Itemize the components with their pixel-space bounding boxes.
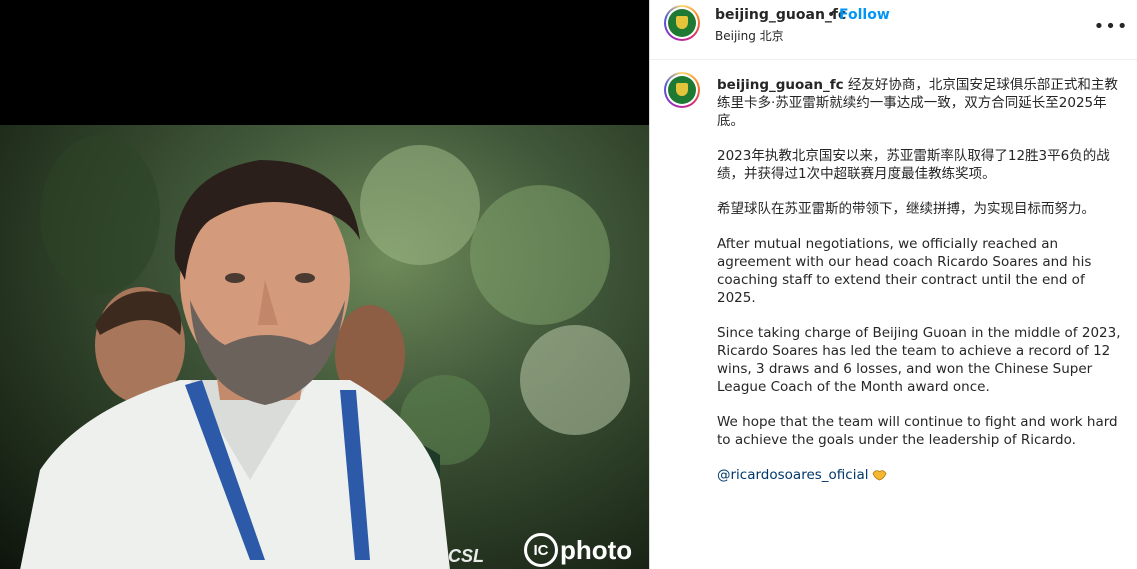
ic-logo-icon: IC bbox=[524, 533, 558, 567]
more-options-icon[interactable]: ••• bbox=[1094, 14, 1128, 38]
handshake-emoji-icon bbox=[872, 470, 886, 481]
coach-figure bbox=[20, 160, 450, 569]
caption-paragraph-5: Since taking charge of Beijing Guoan in … bbox=[717, 325, 1121, 395]
bokeh-light bbox=[470, 185, 610, 325]
post-photo[interactable]: CSL IC photo bbox=[0, 125, 649, 569]
photo-text: photo bbox=[560, 534, 633, 565]
separator-dot: • bbox=[827, 7, 836, 23]
profile-avatar[interactable] bbox=[664, 5, 700, 41]
post-caption: beijing_guoan_fc 经友好协商，北京国安足球俱乐部正式和主教练里卡… bbox=[717, 76, 1122, 501]
mention-link[interactable]: @ricardosoares_oficial bbox=[717, 467, 869, 483]
caption-username[interactable]: beijing_guoan_fc bbox=[717, 77, 844, 93]
follow-button[interactable]: Follow bbox=[839, 7, 890, 23]
caption-paragraph-3: 希望球队在苏亚雷斯的带领下，继续拼搏，为实现目标而努力。 bbox=[717, 201, 1095, 217]
caption-paragraph-2: 2023年执教北京国安以来，苏亚雷斯率队取得了12胜3平6负的战绩，并获得过1次… bbox=[717, 148, 1110, 182]
bokeh-light bbox=[520, 325, 630, 435]
icphoto-watermark: IC photo bbox=[524, 533, 632, 567]
caption-paragraph-6: We hope that the team will continue to f… bbox=[717, 414, 1118, 448]
club-crest-icon bbox=[668, 9, 696, 37]
csl-watermark: CSL bbox=[448, 546, 484, 566]
caption-paragraph-4: After mutual negotiations, we officially… bbox=[717, 236, 1092, 306]
caption-avatar[interactable] bbox=[664, 72, 700, 108]
post-header: beijing_guoan_fc • Follow Beijing 北京 ••• bbox=[650, 0, 1137, 60]
post-location[interactable]: Beijing 北京 bbox=[715, 27, 784, 44]
post-side-panel: beijing_guoan_fc • Follow Beijing 北京 •••… bbox=[649, 0, 1137, 569]
post-media[interactable]: CSL IC photo bbox=[0, 0, 649, 569]
club-crest-icon bbox=[668, 76, 696, 104]
